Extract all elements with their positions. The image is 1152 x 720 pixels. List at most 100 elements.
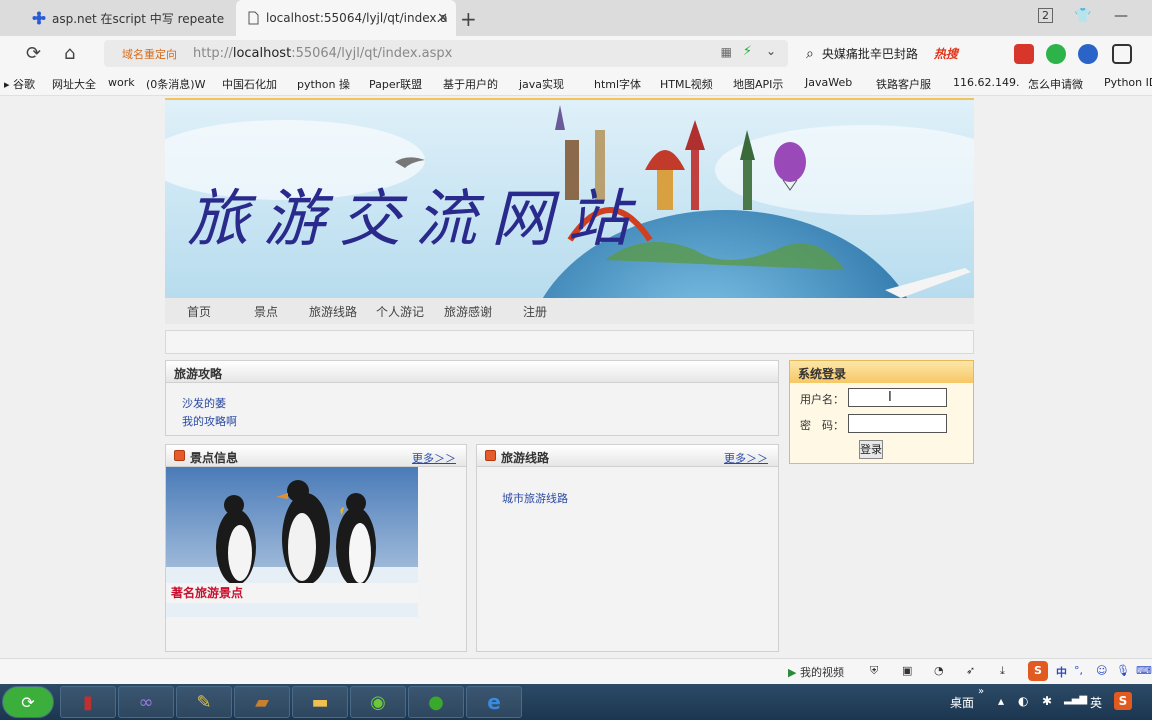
apps-grid-icon[interactable] bbox=[1112, 44, 1132, 64]
tray-app-icon[interactable]: ◐ bbox=[1018, 694, 1028, 708]
scenic-header-icon bbox=[174, 450, 185, 461]
menu-item-travel-notes[interactable]: 个人游记 bbox=[376, 303, 424, 320]
tray-star-icon[interactable]: ✱ bbox=[1042, 694, 1052, 708]
shield-icon[interactable]: ⛨ bbox=[870, 664, 878, 678]
site-menu: 首页 景点 旅游线路 个人游记 旅游感谢 注册 bbox=[165, 298, 974, 324]
scenic-panel-header: 景点信息 更多＞＞ bbox=[166, 445, 466, 467]
tab-localhost[interactable]: localhost:55064/lyjl/qt/index.a ✕ bbox=[236, 0, 456, 36]
search-box[interactable]: ⌕ 央媒痛批辛巴封路 热搜 bbox=[796, 40, 996, 67]
reload-icon[interactable]: ⟳ bbox=[26, 43, 41, 64]
text-cursor-icon: I bbox=[888, 390, 892, 405]
home-icon[interactable]: ⌂ bbox=[64, 43, 75, 64]
scenic-caption[interactable]: 著名旅游景点 bbox=[166, 583, 418, 603]
bookmark-item[interactable]: 中国石化加 bbox=[222, 76, 277, 92]
green-browser-icon: ◉ bbox=[370, 691, 386, 713]
menu-item-scenic[interactable]: 景点 bbox=[254, 303, 278, 320]
taskbar-app-folder[interactable]: ▬ bbox=[292, 686, 348, 718]
address-url[interactable]: http://localhost:55064/lyjl/qt/index.asp… bbox=[193, 46, 452, 61]
bookmark-item[interactable]: work bbox=[108, 76, 135, 89]
taskbar-app-book[interactable]: ▰ bbox=[234, 686, 290, 718]
bookmark-item[interactable]: HTML视频 bbox=[660, 76, 713, 92]
ime-language[interactable]: 中 bbox=[1056, 664, 1067, 680]
taskbar-app-notebook[interactable]: ▮ bbox=[60, 686, 116, 718]
image-icon[interactable]: ▣ bbox=[902, 664, 912, 677]
taskbar-app-browser-green[interactable]: ◉ bbox=[350, 686, 406, 718]
web-page: 旅游交流网站 首页 景点 旅游线路 个人游记 旅游感谢 注册 旅游攻略 沙发的萎… bbox=[0, 96, 1152, 658]
chevron-down-icon[interactable]: ⌄ bbox=[766, 44, 776, 58]
tray-sogou-icon[interactable]: S bbox=[1114, 692, 1132, 710]
search-icon: ⌕ bbox=[806, 45, 814, 62]
bookmark-item[interactable]: Python ID bbox=[1104, 76, 1152, 89]
shirt-icon[interactable]: 👕 bbox=[1074, 8, 1091, 24]
punctuation-icon[interactable]: °, bbox=[1074, 664, 1083, 677]
window-count-badge[interactable]: 2 bbox=[1038, 8, 1053, 23]
browser-tab-bar: asp.net 在script 中写 repeate localhost:550… bbox=[0, 0, 1152, 36]
route-link[interactable]: 城市旅游线路 bbox=[502, 490, 568, 506]
password-input[interactable] bbox=[848, 414, 947, 433]
notice-bar bbox=[165, 330, 974, 354]
double-chevron-icon[interactable]: » bbox=[978, 686, 984, 697]
bookmark-item[interactable]: JavaWeb bbox=[805, 76, 852, 89]
search-tool-icon[interactable] bbox=[1078, 44, 1098, 64]
guide-link[interactable]: 沙发的萎 bbox=[182, 395, 226, 411]
lightning-icon[interactable]: ⚡ bbox=[743, 44, 752, 59]
taskbar-app-ie[interactable]: e bbox=[466, 686, 522, 718]
emoji-icon[interactable]: ☺ bbox=[1096, 664, 1107, 677]
bookmark-item[interactable]: 地图API示 bbox=[733, 76, 783, 92]
scenic-image[interactable]: 著名旅游景点 bbox=[166, 467, 418, 617]
download-icon[interactable]: ⤓ bbox=[1000, 664, 1005, 678]
routes-more-link[interactable]: 更多＞＞ bbox=[724, 450, 768, 466]
login-button[interactable]: 登录 bbox=[859, 440, 883, 459]
taskbar-app-wechat[interactable]: ● bbox=[408, 686, 464, 718]
start-button[interactable]: ⟳ bbox=[2, 686, 54, 718]
search-text: 央媒痛批辛巴封路 bbox=[821, 47, 918, 61]
new-tab-icon[interactable]: + bbox=[460, 7, 477, 31]
wechat-icon[interactable] bbox=[1046, 44, 1066, 64]
grid-icon[interactable]: ▦ bbox=[721, 45, 732, 59]
sogou-icon[interactable]: S bbox=[1028, 661, 1048, 681]
bookmark-item[interactable]: python 操 bbox=[297, 76, 350, 92]
minimize-icon[interactable]: — bbox=[1114, 8, 1128, 24]
rocket-icon[interactable]: ➶ bbox=[966, 664, 975, 677]
taskbar-app-tools[interactable]: ✎ bbox=[176, 686, 232, 718]
scenic-panel: 景点信息 更多＞＞ 著名旅游景点 bbox=[165, 444, 467, 652]
menu-item-routes[interactable]: 旅游线路 bbox=[309, 303, 357, 320]
bookmark-item[interactable]: (0条消息)W bbox=[146, 76, 205, 92]
scenic-panel-title: 景点信息 bbox=[190, 451, 239, 465]
tray-ime-mode[interactable]: 英 bbox=[1090, 694, 1102, 711]
tab-asp-net[interactable]: asp.net 在script 中写 repeate bbox=[22, 0, 234, 36]
bookmark-item[interactable]: java实现 bbox=[519, 76, 564, 92]
wechat-app-icon: ● bbox=[428, 691, 444, 713]
app-icon-red[interactable] bbox=[1014, 44, 1034, 64]
menu-item-register[interactable]: 注册 bbox=[523, 303, 547, 320]
scenic-more-link[interactable]: 更多＞＞ bbox=[412, 450, 456, 466]
bookmark-item[interactable]: Paper联盟 bbox=[369, 76, 422, 92]
microphone-icon[interactable]: 🎙 bbox=[1116, 664, 1130, 677]
guide-link[interactable]: 我的攻略啊 bbox=[182, 413, 237, 429]
hot-search-label[interactable]: 热搜 bbox=[934, 45, 958, 62]
speed-icon[interactable]: ◔ bbox=[934, 664, 944, 677]
signal-icon[interactable]: ▂▄▆ bbox=[1064, 694, 1087, 705]
routes-header-icon bbox=[485, 450, 496, 461]
bookmark-item[interactable]: html字体 bbox=[594, 76, 641, 92]
bookmark-item[interactable]: 铁路客户服 bbox=[876, 76, 931, 92]
bookmark-item[interactable]: 网址大全 bbox=[52, 76, 96, 92]
username-input[interactable] bbox=[848, 388, 947, 407]
desktop-label[interactable]: 桌面 bbox=[950, 694, 974, 711]
menu-item-home[interactable]: 首页 bbox=[187, 303, 211, 320]
taskbar-app-visualstudio[interactable]: ∞ bbox=[118, 686, 174, 718]
video-button[interactable]: ▶ 我的视频 bbox=[788, 664, 844, 680]
tray-expand-icon[interactable]: ▴ bbox=[998, 694, 1004, 708]
bookmark-item[interactable]: ▸ 谷歌 bbox=[4, 76, 35, 92]
page-icon bbox=[248, 11, 259, 25]
menu-item-thanks[interactable]: 旅游感谢 bbox=[444, 303, 492, 320]
keyboard-icon[interactable]: ⌨ bbox=[1136, 664, 1152, 677]
tab-label: asp.net 在script 中写 repeate bbox=[52, 11, 225, 26]
play-icon: ▶ bbox=[788, 666, 797, 679]
bookmark-item[interactable]: 116.62.149. bbox=[953, 76, 1019, 89]
address-bar[interactable]: 域名重定向 http://localhost:55064/lyjl/qt/ind… bbox=[104, 40, 788, 67]
bookmark-item[interactable]: 基于用户的 bbox=[443, 76, 498, 92]
infinity-icon: ∞ bbox=[138, 691, 154, 713]
close-icon[interactable]: ✕ bbox=[437, 11, 448, 26]
bookmark-item[interactable]: 怎么申请微 bbox=[1028, 76, 1083, 92]
